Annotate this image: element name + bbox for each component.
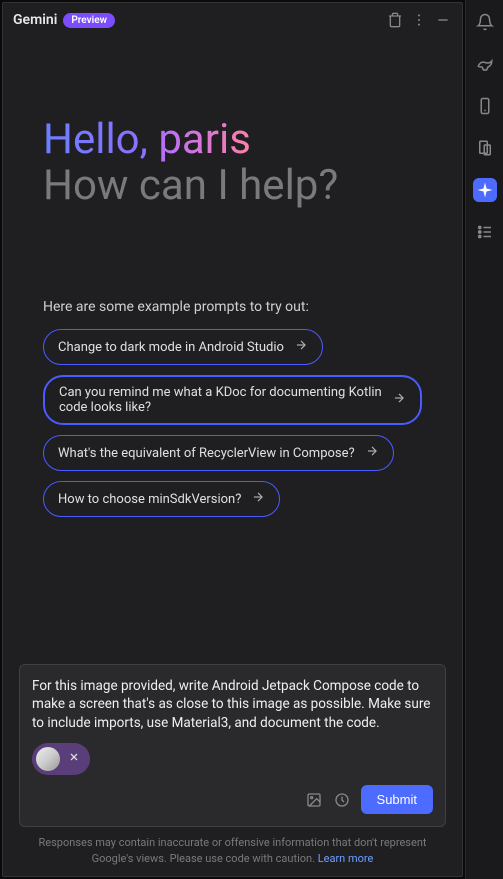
chip-label: Change to dark mode in Android Studio — [58, 340, 284, 355]
arrow-right-icon — [251, 490, 265, 508]
header: Gemini Preview — [3, 3, 462, 37]
history-icon[interactable] — [333, 791, 351, 809]
input-footer: Submit — [32, 785, 433, 814]
greeting-subtitle: How can I help? — [43, 163, 422, 209]
learn-more-link[interactable]: Learn more — [318, 852, 374, 865]
content-area: Hello, paris How can I help? Here are so… — [3, 37, 462, 664]
device-manager-icon[interactable] — [473, 94, 497, 118]
close-icon[interactable] — [66, 749, 82, 769]
arrow-right-icon — [392, 391, 406, 409]
image-icon[interactable] — [305, 791, 323, 809]
greeting-name: paris — [158, 115, 251, 164]
disclaimer: Responses may contain inaccurate or offe… — [3, 827, 462, 876]
example-chip[interactable]: What's the equivalent of RecyclerView in… — [43, 435, 394, 471]
gemini-icon[interactable] — [473, 178, 497, 202]
attachment-thumbnail[interactable] — [36, 747, 60, 771]
preview-badge: Preview — [63, 13, 115, 28]
prompt-input-area: For this image provided, write Android J… — [19, 664, 446, 828]
greeting-hello: Hello, — [43, 115, 148, 164]
panel-title: Gemini — [13, 12, 57, 28]
chip-label: What's the equivalent of RecyclerView in… — [58, 446, 355, 461]
notifications-icon[interactable] — [473, 10, 497, 34]
example-chips: Change to dark mode in Android Studio Ca… — [43, 329, 422, 517]
arrow-right-icon — [365, 444, 379, 462]
arrow-right-icon — [294, 338, 308, 356]
attachment-chip — [32, 743, 90, 775]
chip-label: Can you remind me what a KDoc for docume… — [59, 385, 382, 415]
example-chip[interactable]: Can you remind me what a KDoc for docume… — [43, 375, 422, 425]
example-chip[interactable]: Change to dark mode in Android Studio — [43, 329, 323, 365]
running-devices-icon[interactable] — [473, 136, 497, 160]
list-icon[interactable] — [473, 220, 497, 244]
example-chip[interactable]: How to choose minSdkVersion? — [43, 481, 280, 517]
prompt-input[interactable]: For this image provided, write Android J… — [32, 677, 433, 734]
minimize-icon[interactable] — [434, 11, 452, 29]
trash-icon[interactable] — [386, 11, 404, 29]
greeting: Hello, paris — [43, 117, 422, 163]
right-toolbar — [465, 0, 503, 879]
example-prompts-label: Here are some example prompts to try out… — [43, 299, 422, 315]
more-icon[interactable] — [410, 11, 428, 29]
submit-button[interactable]: Submit — [361, 785, 433, 814]
chip-label: How to choose minSdkVersion? — [58, 492, 241, 507]
gemini-panel: Gemini Preview Hello, paris How can I he… — [2, 2, 463, 877]
gradle-icon[interactable] — [473, 52, 497, 76]
